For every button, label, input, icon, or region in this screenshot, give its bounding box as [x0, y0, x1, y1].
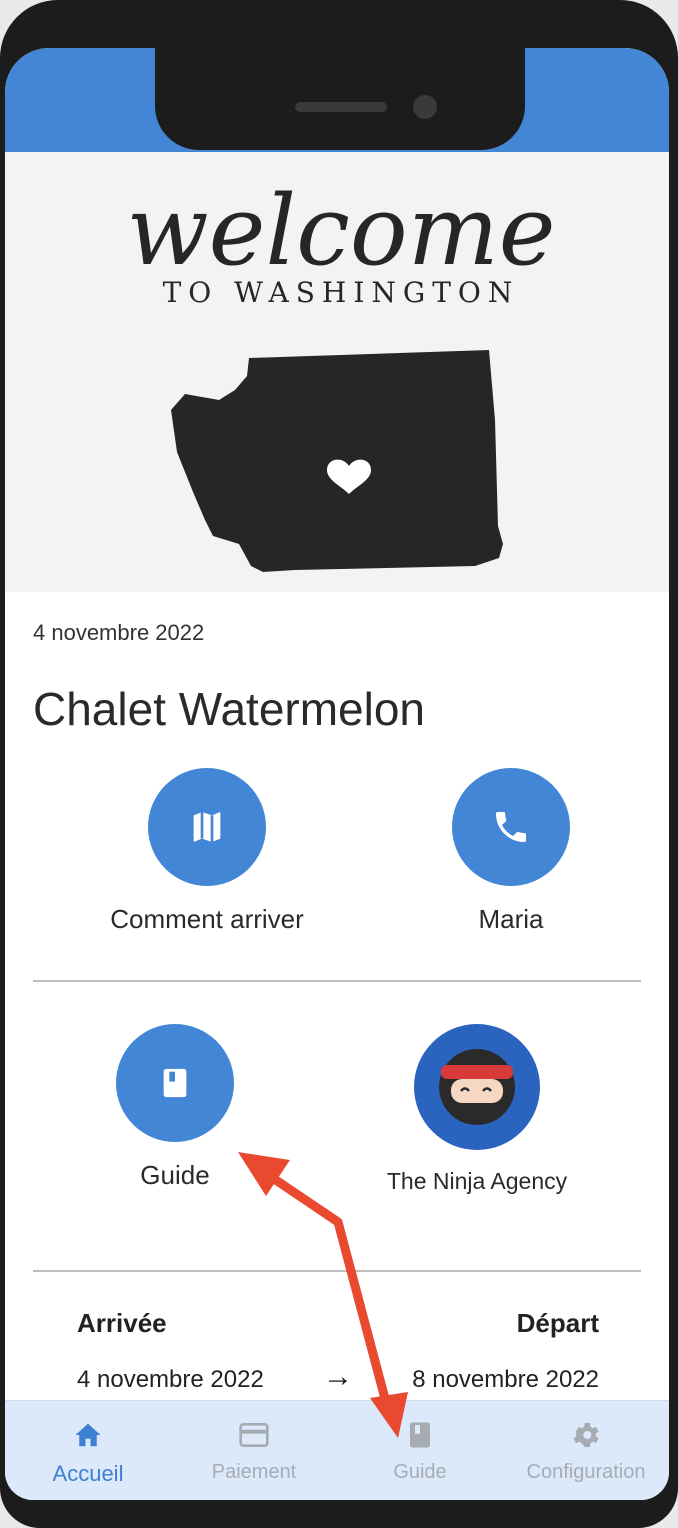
departure-date: 8 novembre 2022: [412, 1366, 599, 1393]
directions-action[interactable]: Comment arriver: [87, 768, 327, 935]
departure-label: Départ: [516, 1308, 599, 1338]
arrival-date: 4 novembre 2022: [77, 1366, 264, 1393]
guide-button[interactable]: [116, 1024, 234, 1142]
bottom-navigation: Accueil Paiement Guide Configuration: [5, 1400, 669, 1500]
nav-tab-label: Accueil: [52, 1461, 124, 1486]
book-icon: [410, 1422, 430, 1448]
speaker-grille: [295, 102, 387, 112]
nav-tab-accueil[interactable]: Accueil: [5, 1401, 171, 1500]
book-icon: [163, 1068, 187, 1098]
arrow-right-icon: →: [323, 1360, 353, 1393]
phone-frame: Chalet Watermelon welcome TO WASHINGTON …: [0, 0, 678, 1528]
call-button[interactable]: [452, 768, 570, 886]
listing-date: 4 novembre 2022: [33, 620, 205, 645]
directions-button[interactable]: [148, 768, 266, 886]
nav-tab-label: Guide: [393, 1461, 447, 1483]
arrival-label: Arrivée: [77, 1308, 167, 1338]
guide-action[interactable]: Guide: [55, 1024, 295, 1191]
section-divider: [33, 980, 641, 982]
welcome-washington-illustration: welcome TO WASHINGTON: [126, 175, 556, 572]
nav-tab-label: Configuration: [526, 1461, 646, 1483]
hero-sub-text: TO WASHINGTON: [163, 276, 520, 309]
app-screen: Chalet Watermelon welcome TO WASHINGTON …: [5, 48, 669, 1500]
hero-image: welcome TO WASHINGTON: [5, 152, 669, 592]
hero-script-text: welcome: [126, 175, 555, 287]
agency-label: The Ninja Agency: [386, 1168, 568, 1194]
map-icon: [193, 812, 221, 842]
card-icon: [239, 1423, 269, 1447]
section-divider: [33, 1270, 641, 1272]
guide-label: Guide: [140, 1160, 210, 1190]
nav-tab-guide[interactable]: Guide: [337, 1401, 503, 1500]
call-host-label: Maria: [478, 904, 544, 934]
nav-tab-paiement[interactable]: Paiement: [171, 1401, 337, 1500]
phone-notch: [155, 48, 525, 150]
nav-tab-configuration[interactable]: Configuration: [503, 1401, 669, 1500]
ninja-avatar: [439, 1049, 515, 1125]
home-icon: [75, 1423, 101, 1447]
agency-avatar-button[interactable]: [414, 1024, 540, 1150]
phone-icon: [496, 812, 526, 842]
call-host-action[interactable]: Maria: [391, 768, 631, 935]
front-camera: [413, 95, 437, 119]
page-title: Chalet Watermelon: [33, 683, 426, 735]
nav-tab-label: Paiement: [211, 1461, 297, 1483]
gear-icon: [573, 1423, 599, 1447]
directions-label: Comment arriver: [110, 904, 304, 934]
agency-action[interactable]: The Ninja Agency: [357, 1024, 597, 1195]
